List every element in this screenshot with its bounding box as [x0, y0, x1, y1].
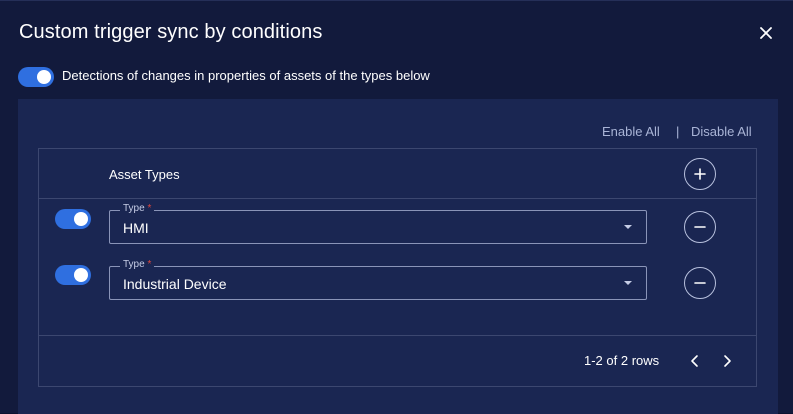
header-divider	[39, 198, 756, 199]
toggle-knob	[74, 212, 88, 226]
add-row-button[interactable]	[684, 158, 716, 190]
row-toggle[interactable]	[55, 265, 91, 285]
close-icon[interactable]	[756, 23, 776, 43]
type-select[interactable]: Type * HMI	[109, 203, 647, 244]
column-title: Asset Types	[109, 167, 180, 182]
dialog-title: Custom trigger sync by conditions	[19, 21, 323, 43]
toggle-knob	[37, 70, 51, 84]
chevron-right-icon[interactable]	[719, 353, 735, 369]
remove-row-button[interactable]	[684, 267, 716, 299]
type-select[interactable]: Type * Industrial Device	[109, 259, 647, 300]
chevron-left-icon[interactable]	[687, 353, 703, 369]
row-toggle[interactable]	[55, 209, 91, 229]
type-value: HMI	[123, 220, 149, 236]
footer-divider	[39, 335, 756, 336]
minus-icon	[694, 282, 706, 284]
disable-all-link[interactable]: Disable All	[691, 124, 752, 139]
toggle-knob	[74, 268, 88, 282]
type-field-label: Type *	[120, 259, 155, 270]
chevron-down-icon	[624, 225, 632, 229]
detection-label: Detections of changes in properties of a…	[62, 68, 430, 83]
type-value: Industrial Device	[123, 276, 227, 292]
type-field-label: Type *	[120, 203, 155, 214]
asset-types-table: Asset Types Type * HMI Type * Industrial…	[38, 148, 757, 387]
pagination-info: 1-2 of 2 rows	[584, 353, 660, 368]
asset-types-panel: Enable All | Disable All Asset Types Typ…	[18, 99, 778, 414]
dialog: Custom trigger sync by conditions Detect…	[0, 0, 793, 414]
plus-icon	[694, 168, 706, 180]
enable-all-link[interactable]: Enable All	[602, 124, 660, 139]
remove-row-button[interactable]	[684, 211, 716, 243]
detection-toggle[interactable]	[18, 67, 54, 87]
minus-icon	[694, 226, 706, 228]
separator: |	[676, 124, 680, 139]
chevron-down-icon	[624, 281, 632, 285]
